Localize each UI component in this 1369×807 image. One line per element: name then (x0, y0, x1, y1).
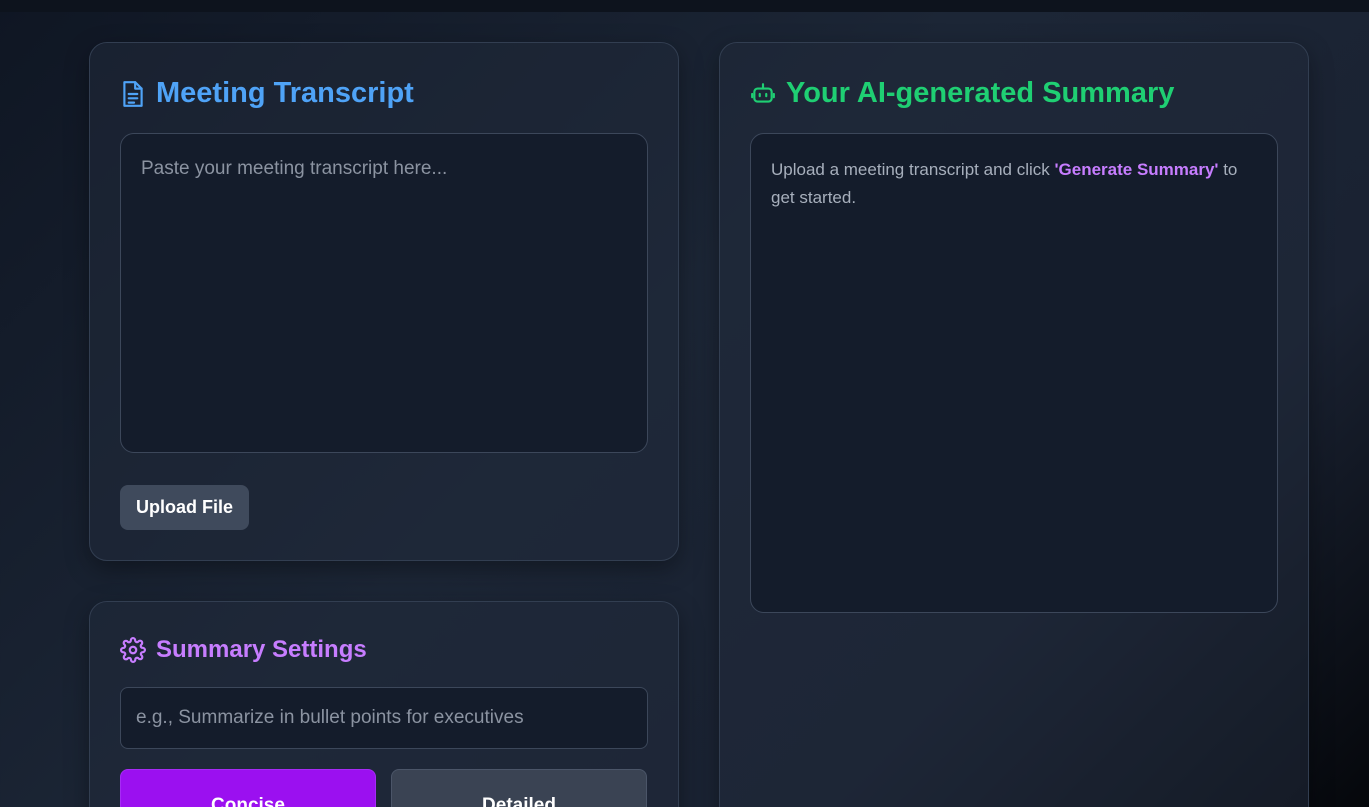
document-icon (120, 80, 146, 108)
settings-heading: Summary Settings (120, 636, 367, 664)
concise-mode-button[interactable]: Concise (120, 769, 376, 807)
summary-title: Your AI-generated Summary (786, 77, 1175, 109)
transcript-card: Meeting Transcript Upload File (89, 42, 679, 561)
robot-icon (750, 81, 776, 107)
summary-message-start: Upload a meeting transcript and click (771, 160, 1055, 179)
summary-prompt-input[interactable] (120, 687, 648, 749)
upload-file-button[interactable]: Upload File (120, 485, 249, 530)
transcript-heading: Meeting Transcript (120, 77, 414, 110)
summary-output: Upload a meeting transcript and click 'G… (750, 133, 1278, 613)
transcript-title: Meeting Transcript (156, 77, 414, 109)
detailed-mode-button[interactable]: Detailed (391, 769, 647, 807)
generate-summary-hint: 'Generate Summary' (1054, 160, 1219, 179)
top-bar (0, 0, 1369, 12)
gear-icon (120, 637, 146, 663)
settings-title: Summary Settings (156, 636, 367, 663)
settings-card: Summary Settings Concise Detailed (89, 601, 679, 807)
transcript-textarea[interactable] (120, 133, 648, 453)
summary-heading: Your AI-generated Summary (750, 77, 1174, 110)
summary-card: Your AI-generated Summary Upload a meeti… (719, 42, 1309, 807)
